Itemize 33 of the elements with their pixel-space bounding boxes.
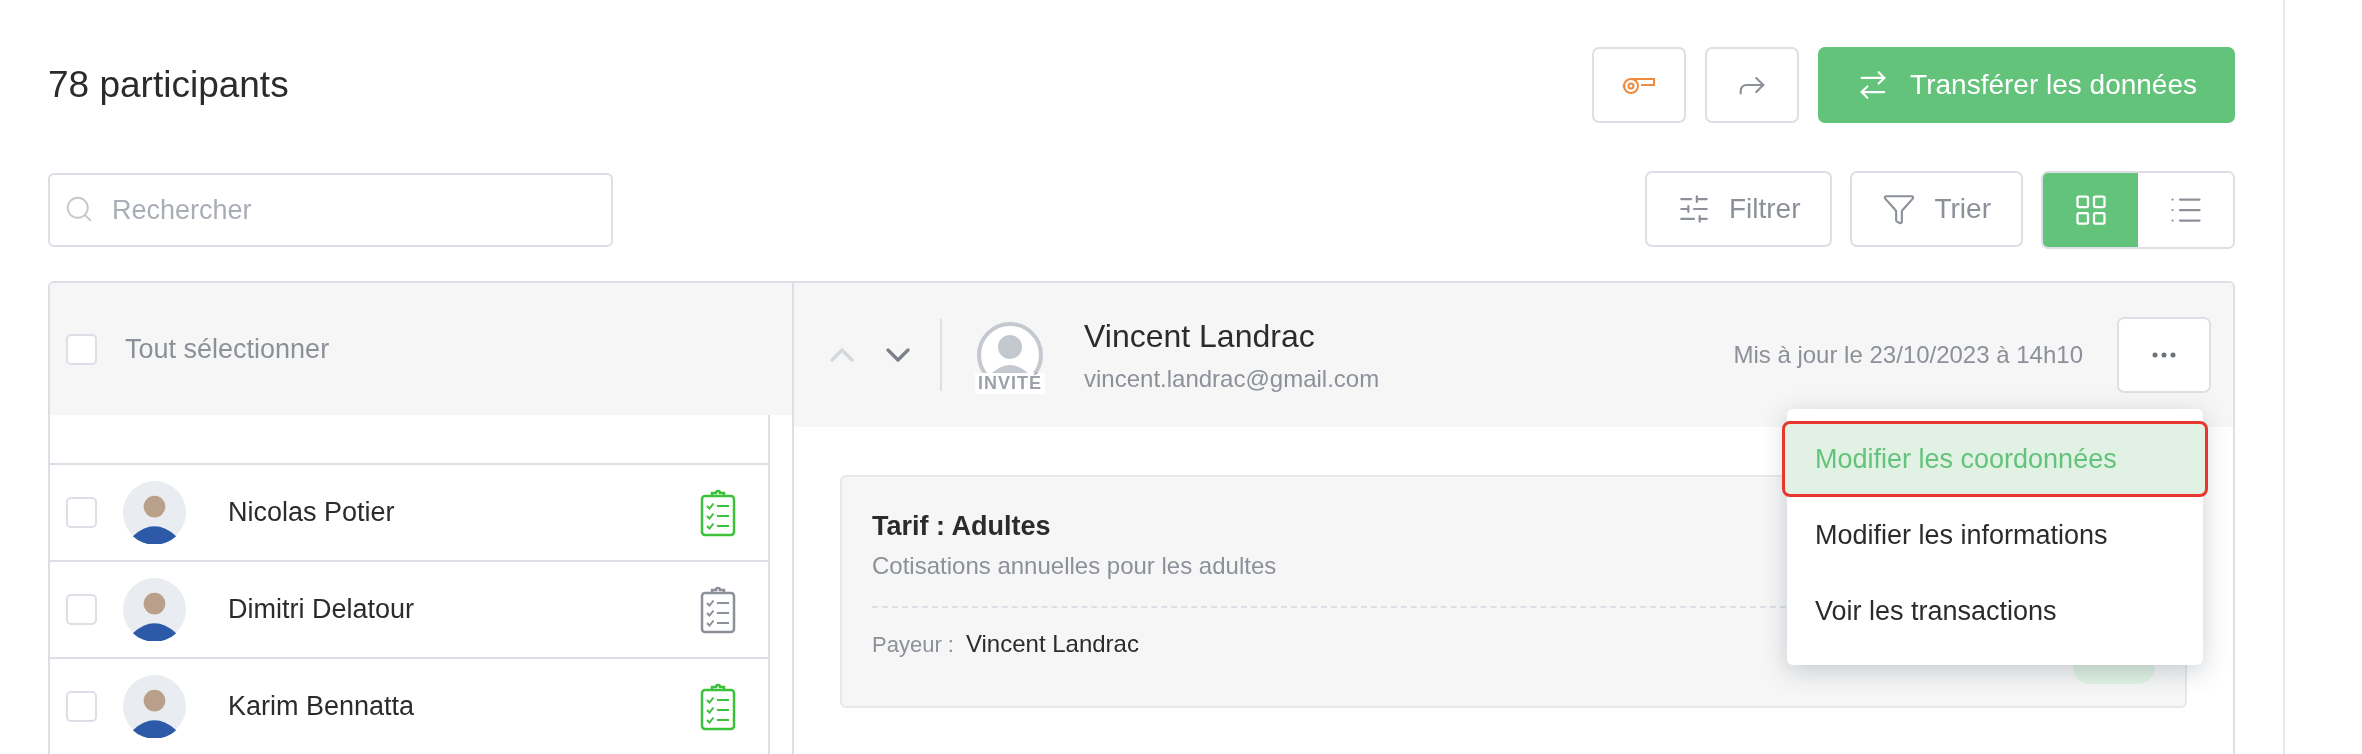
participant-name[interactable]: Karim Bennatta xyxy=(228,691,700,722)
clipboard-icon[interactable] xyxy=(700,585,736,634)
clipboard-icon[interactable] xyxy=(700,488,736,537)
search-icon xyxy=(64,194,94,224)
whistle-button[interactable] xyxy=(1592,46,1687,123)
clipboard-icon[interactable] xyxy=(700,682,736,731)
payer-name: Vincent Landrac xyxy=(965,630,1139,658)
participant-name[interactable]: Nicolas Potier xyxy=(228,497,700,528)
checkbox[interactable] xyxy=(66,497,97,528)
email: vincent.landrac@gmail.com xyxy=(1084,364,1381,393)
select-all-label: Tout sélectionner xyxy=(125,333,330,365)
payer-label: Payeur : xyxy=(872,632,954,658)
more-icon xyxy=(2152,352,2176,358)
search-field[interactable]: Rechercher xyxy=(48,173,613,247)
menu-item[interactable]: Modifier les informations xyxy=(1782,497,2208,573)
checkbox[interactable] xyxy=(66,691,97,722)
checkbox[interactable] xyxy=(66,594,97,625)
grid-view-button[interactable] xyxy=(2043,173,2138,247)
menu-item[interactable]: Voir les transactions xyxy=(1782,573,2208,649)
funnel-icon xyxy=(1882,192,1917,226)
participant-name[interactable]: Dimitri Delatour xyxy=(228,594,700,625)
share-button[interactable] xyxy=(1705,46,1800,123)
avatar xyxy=(123,578,186,641)
fee-description: Cotisations annuelles pour les adultes xyxy=(872,552,1277,580)
updated-date: Mis à jour le 23/10/2023 à 14h10 xyxy=(1733,341,2083,369)
guest-badge: INVITÉ xyxy=(975,372,1045,394)
avatar xyxy=(123,675,186,738)
page-title: 78 participants xyxy=(48,63,289,106)
checkbox[interactable] xyxy=(66,333,97,365)
more-button[interactable] xyxy=(2117,317,2211,393)
avatar xyxy=(123,481,186,544)
fee-title: Tarif : Adultes xyxy=(872,511,1051,542)
participant-name: Vincent Landrac xyxy=(1084,317,1316,355)
